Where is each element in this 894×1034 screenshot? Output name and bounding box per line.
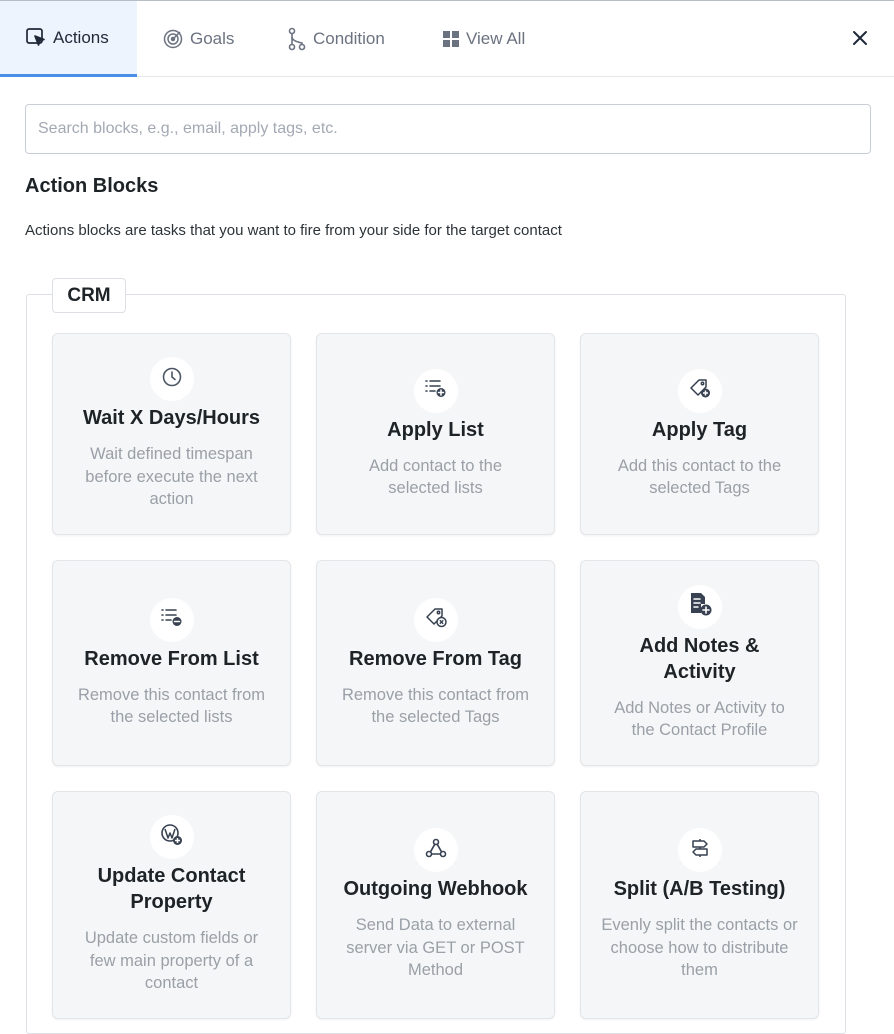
tab-bar: Actions Goals Condition View All — [0, 1, 894, 77]
block-card-remove-list[interactable]: Remove From List Remove this contact fro… — [52, 560, 291, 766]
tab-label: Condition — [313, 29, 385, 48]
block-title: Add Notes & Activity — [639, 634, 760, 683]
tab-goals[interactable]: Goals — [162, 1, 234, 77]
tab-condition[interactable]: Condition — [287, 1, 385, 77]
block-card-remove-tag[interactable]: Remove From Tag Remove this contact from… — [316, 560, 555, 766]
block-description: Evenly split the contacts or choose how … — [601, 916, 798, 980]
block-card-webhook[interactable]: Outgoing Webhook Send Data to external s… — [316, 791, 555, 1019]
icon-badge — [677, 584, 722, 629]
block-description: Update custom fields or few main propert… — [84, 929, 259, 993]
tag-remove-icon — [424, 606, 448, 633]
icon-badge — [149, 815, 194, 860]
block-card-add-notes[interactable]: Add Notes & Activity Add Notes or Activi… — [580, 560, 819, 766]
block-title: Split (A/B Testing) — [613, 878, 786, 901]
close-button[interactable] — [848, 28, 872, 52]
clock-icon — [161, 366, 183, 393]
block-description: Add contact to the selected lists — [368, 456, 502, 498]
tab-label: Goals — [190, 29, 235, 48]
block-card-update-contact[interactable]: Update Contact Property Update custom fi… — [52, 791, 291, 1019]
tab-view-all[interactable]: View All — [442, 1, 525, 77]
block-title: Wait X Days/Hours — [82, 407, 261, 430]
grid-icon — [442, 30, 460, 48]
tab-label: View All — [466, 29, 526, 48]
block-title: Remove From Tag — [349, 647, 522, 670]
block-description: Add this contact to the selected Tags — [617, 456, 782, 498]
branch-icon — [287, 27, 307, 51]
icon-badge — [413, 828, 458, 873]
block-card-apply-tag[interactable]: Apply Tag Add this contact to the select… — [580, 333, 819, 535]
block-title: Apply Tag — [651, 418, 748, 441]
section-title: Action Blocks — [25, 175, 159, 197]
block-description: Remove this contact from the selected li… — [77, 685, 266, 727]
icon-badge — [149, 357, 194, 402]
block-title: Outgoing Webhook — [343, 878, 528, 901]
section-description: Actions blocks are tasks that you want t… — [25, 222, 562, 239]
block-description: Add Notes or Activity to the Contact Pro… — [614, 698, 785, 740]
block-card-apply-list[interactable]: Apply List Add contact to the selected l… — [316, 333, 555, 535]
split-icon — [689, 837, 711, 864]
list-remove-icon — [160, 606, 184, 633]
block-title: Remove From List — [84, 647, 259, 670]
tab-actions[interactable]: Actions — [0, 1, 137, 77]
block-description: Send Data to external server via GET or … — [346, 916, 525, 980]
icon-badge — [677, 828, 722, 873]
block-card-wait[interactable]: Wait X Days/Hours Wait defined timespan … — [52, 333, 291, 535]
icon-badge — [677, 368, 722, 413]
tab-label: Actions — [53, 27, 109, 47]
block-title: Apply List — [387, 418, 484, 441]
icon-badge — [413, 368, 458, 413]
block-card-split[interactable]: Split (A/B Testing) Evenly split the con… — [580, 791, 819, 1019]
wordpress-icon — [160, 823, 184, 852]
block-description: Remove this contact from the selected Ta… — [341, 685, 530, 727]
tag-add-icon — [688, 377, 712, 404]
search-input[interactable] — [25, 104, 871, 154]
cursor-click-icon — [25, 27, 47, 49]
webhook-icon — [425, 837, 447, 864]
icon-badge — [149, 597, 194, 642]
block-title: Update Contact Property — [97, 865, 246, 914]
list-add-icon — [424, 377, 448, 404]
close-icon — [851, 29, 869, 52]
target-icon — [162, 28, 184, 50]
block-description: Wait defined timespan before execute the… — [85, 445, 258, 509]
icon-badge — [413, 597, 458, 642]
note-add-icon — [687, 591, 713, 622]
group-label: CRM — [52, 278, 126, 313]
